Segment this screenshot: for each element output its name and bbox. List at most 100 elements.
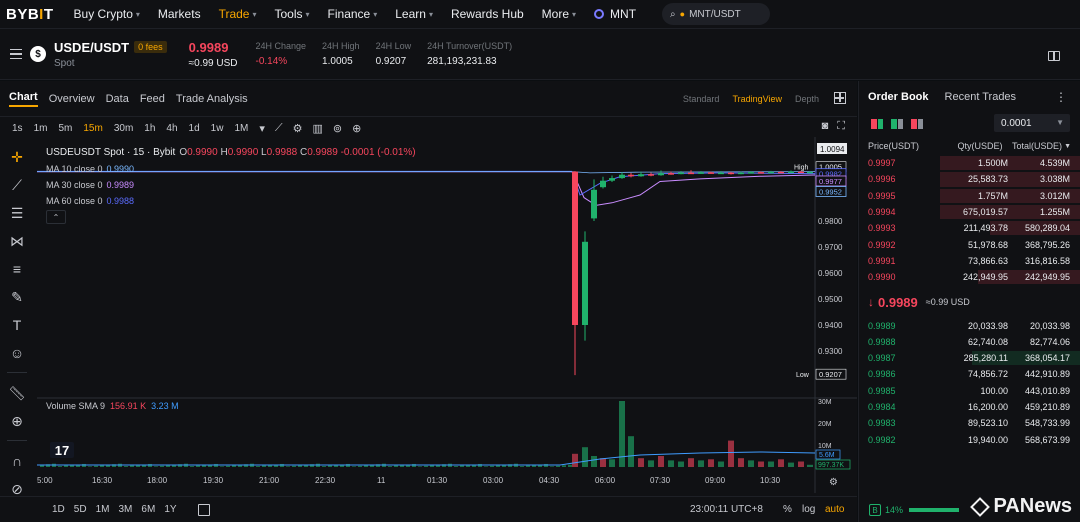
volume-bar: [94, 465, 98, 467]
time-tick: 04:30: [539, 476, 560, 485]
log-scale-toggle[interactable]: log: [802, 504, 815, 515]
ask-qty: 1.757M: [977, 190, 1008, 201]
volume-bar: [130, 465, 134, 467]
volume-bar: [292, 465, 296, 467]
high-label: High: [794, 165, 809, 172]
stat-value: 1.0005: [322, 56, 353, 67]
nav-item-mnt[interactable]: MNT: [594, 7, 636, 21]
fees-badge: 0 fees: [134, 41, 167, 53]
nav-item-more[interactable]: More ▾: [542, 7, 576, 21]
top-nav: BYBIT Buy Crypto ▾ Markets Trade ▾ Tools ▾ Fina…: [0, 0, 1080, 29]
ask-row[interactable]: 0.9994 675,019.57 1.255M: [859, 204, 1080, 220]
ask-row[interactable]: 0.9990 242,949.95 242,949.95: [859, 269, 1080, 285]
nav-item-markets[interactable]: Markets: [158, 7, 201, 21]
volume-bar: [658, 456, 664, 467]
more-options-icon[interactable]: ⋮: [1055, 90, 1067, 104]
price-chart[interactable]: 1.0094 0.9800 0.9700 0.9600 0.9500 0.9400 0.93…: [0, 81, 857, 496]
candle-body: [768, 171, 774, 174]
auto-scale-toggle[interactable]: auto: [825, 504, 844, 515]
range-3m[interactable]: 3M: [119, 504, 133, 515]
sort-down-icon[interactable]: ▼: [1064, 143, 1071, 150]
bid-qty: 20,033.98: [967, 320, 1008, 331]
bid-row[interactable]: 0.9985 100.00 443,010.89: [859, 383, 1080, 399]
volume-tick: 30M: [818, 399, 832, 406]
ask-row[interactable]: 0.9993 211,493.78 580,289.04: [859, 220, 1080, 236]
volume-tick: 10M: [818, 443, 832, 450]
stat-label: 24H High: [322, 41, 360, 51]
range-6m[interactable]: 6M: [141, 504, 155, 515]
axis-top-label: 1.0094: [820, 145, 845, 154]
bid-row[interactable]: 0.9986 74,856.72 442,910.89: [859, 366, 1080, 382]
stat-label: 24H Change: [255, 41, 307, 51]
calendar-icon[interactable]: [197, 503, 210, 516]
ob-tab-order-book[interactable]: Order Book: [868, 91, 929, 103]
bid-total: 82,774.06: [1029, 336, 1070, 347]
bid-row[interactable]: 0.9989 20,033.98 20,033.98: [859, 317, 1080, 333]
volume-legend: Volume SMA 9 156.91 K 3.23 M: [46, 401, 179, 411]
candle-body: [708, 172, 714, 174]
range-1y[interactable]: 1Y: [164, 504, 176, 515]
candle-body: [648, 174, 654, 176]
pair-selector[interactable]: USDE/USDT 0 fees Spot: [54, 40, 167, 69]
range-1d[interactable]: 1D: [52, 504, 65, 515]
volume-bar: [352, 466, 356, 467]
precision-select[interactable]: 0.0001 ▼: [994, 114, 1070, 132]
candle-body: [688, 172, 694, 175]
ask-price: 0.9994: [868, 207, 896, 218]
nav-item-trade[interactable]: Trade ▾: [219, 7, 257, 21]
volume-bar: [718, 461, 724, 467]
buy-sell-ratio: B 14%: [869, 504, 960, 516]
ask-row[interactable]: 0.9992 51,978.68 368,795.26: [859, 236, 1080, 252]
nav-item-buy-crypto[interactable]: Buy Crypto ▾: [74, 7, 140, 21]
volume-bar: [364, 465, 368, 467]
range-1m[interactable]: 1M: [96, 504, 110, 515]
collapse-legend-button[interactable]: ⌃: [46, 210, 66, 224]
volume-bar: [668, 460, 674, 467]
bybit-logo[interactable]: BYBIT: [6, 6, 54, 23]
nav-item-finance[interactable]: Finance ▾: [328, 7, 378, 21]
nav-item-tools[interactable]: Tools ▾: [275, 7, 310, 21]
ask-row[interactable]: 0.9996 25,583.73 3.038M: [859, 171, 1080, 187]
menu-icon[interactable]: [10, 48, 22, 60]
ask-price: 0.9993: [868, 223, 896, 234]
volume-bar: [758, 461, 764, 467]
ask-qty: 25,583.73: [967, 174, 1008, 185]
bid-row[interactable]: 0.9982 19,940.00 568,673.99: [859, 431, 1080, 447]
time-tick: 19:30: [203, 476, 224, 485]
ask-row[interactable]: 0.9997 1.500M 4.539M: [859, 155, 1080, 171]
range-5d[interactable]: 5D: [74, 504, 87, 515]
layout-asks-icon[interactable]: [911, 119, 923, 129]
bid-total: 548,733.99: [1024, 418, 1070, 429]
price-tick: 0.9700: [818, 243, 843, 252]
search-input[interactable]: ⌕ ● MNT/USDT: [662, 3, 771, 25]
bid-row[interactable]: 0.9988 62,740.08 82,774.06: [859, 334, 1080, 350]
bid-qty: 285,280.11: [963, 353, 1008, 364]
layout-bids-icon[interactable]: [891, 119, 903, 129]
volume-bar: [418, 466, 422, 467]
volume-bar: [798, 461, 804, 467]
bid-price: 0.9988: [868, 336, 896, 347]
ma30-curve: [571, 171, 816, 206]
ma-legend-1: MA 30 close 0 0.9989: [46, 180, 135, 190]
ask-price: 0.9990: [868, 272, 896, 283]
bid-row[interactable]: 0.9984 16,200.00 459,210.89: [859, 399, 1080, 415]
layout-book-icon[interactable]: [1048, 51, 1060, 61]
layout-both-icon[interactable]: [871, 119, 883, 129]
nav-item-rewards-hub[interactable]: Rewards Hub: [451, 7, 524, 21]
ask-qty: 73,866.63: [967, 255, 1008, 266]
ask-row[interactable]: 0.9991 73,866.63 316,816.58: [859, 253, 1080, 269]
bid-row[interactable]: 0.9983 89,523.10 548,733.99: [859, 415, 1080, 431]
candle-body: [628, 174, 634, 177]
axis-settings-icon[interactable]: ⚙: [829, 477, 838, 488]
ob-tab-recent-trades[interactable]: Recent Trades: [945, 91, 1017, 103]
bid-row[interactable]: 0.9987 285,280.11 368,054.17: [859, 350, 1080, 366]
nav-item-learn[interactable]: Learn ▾: [395, 7, 433, 21]
ask-total: 1.255M: [1039, 207, 1070, 218]
volume-bar: [388, 466, 392, 467]
volume-bar: [628, 436, 634, 467]
volume-bar: [322, 466, 326, 467]
stat-label: 24H Low: [375, 41, 412, 51]
candle-body: [678, 172, 684, 175]
ask-row[interactable]: 0.9995 1.757M 3.012M: [859, 188, 1080, 204]
percent-scale-toggle[interactable]: %: [783, 504, 792, 515]
